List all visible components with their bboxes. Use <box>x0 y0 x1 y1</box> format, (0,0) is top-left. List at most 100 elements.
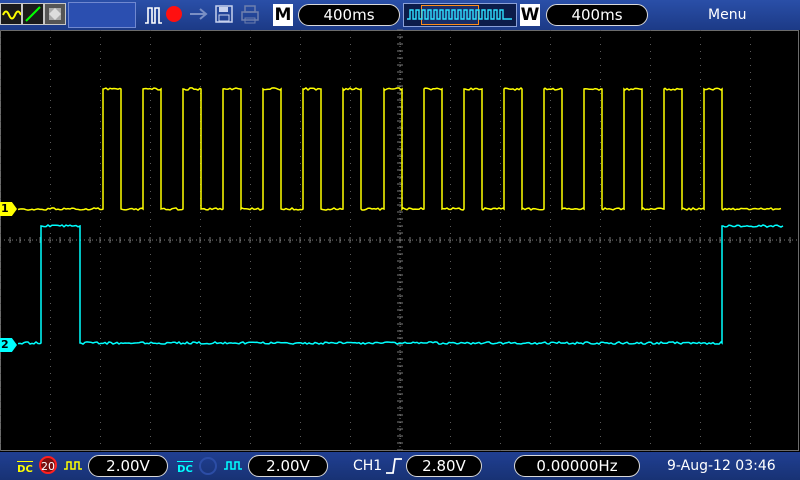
grid-dot <box>750 198 751 199</box>
grid-dot <box>650 296 651 297</box>
trigger-source[interactable]: CH1 <box>353 458 382 474</box>
grid-dot <box>700 415 701 416</box>
grid-dot <box>250 429 251 430</box>
grid-dot <box>50 156 51 157</box>
grid-dot <box>500 170 501 171</box>
grid-dot <box>450 121 451 122</box>
grid-dot <box>100 310 101 311</box>
grid-dot <box>750 359 751 360</box>
grid-dot <box>600 212 601 213</box>
grid-dot <box>500 205 501 206</box>
grid-dot <box>100 44 101 45</box>
grid-dot <box>600 359 601 360</box>
grid-dot <box>50 184 51 185</box>
grid-dot <box>750 86 751 87</box>
grid-dot <box>250 436 251 437</box>
grid-dot <box>350 163 351 164</box>
grid-dot <box>50 44 51 45</box>
grid-dot <box>600 30 601 31</box>
grid-dot <box>350 436 351 437</box>
ch2-volts-div[interactable]: 2.00V <box>248 455 328 477</box>
ch2-bw-limit-icon[interactable] <box>199 457 217 475</box>
grid-dot <box>550 408 551 409</box>
grid-dot <box>550 275 551 276</box>
grid-dot <box>300 282 301 283</box>
grid-dot <box>150 149 151 150</box>
grid-dot <box>50 107 51 108</box>
grid-dot <box>250 212 251 213</box>
grid-dot <box>600 177 601 178</box>
grid-dot <box>550 359 551 360</box>
grid-dot <box>350 331 351 332</box>
grid-dot <box>150 408 151 409</box>
grid-dot <box>0 317 1 318</box>
grid-dot <box>500 212 501 213</box>
grid-dot <box>600 268 601 269</box>
grid-dot <box>350 72 351 73</box>
ch1-coupling-icon[interactable]: DC <box>15 455 35 477</box>
grid-dot <box>50 233 51 234</box>
grid-dot <box>150 114 151 115</box>
grid-dot <box>150 128 151 129</box>
grid-dot <box>150 107 151 108</box>
grid-dot <box>200 401 201 402</box>
grid-dot <box>600 429 601 430</box>
grid-dot <box>700 401 701 402</box>
grid-dot <box>100 135 101 136</box>
ch2-coupling-icon[interactable]: DC <box>175 455 195 477</box>
grid-dot <box>450 443 451 444</box>
grid-dot <box>600 86 601 87</box>
grid-dot <box>450 198 451 199</box>
grid-dot <box>100 345 101 346</box>
grid-dot <box>550 93 551 94</box>
grid-dot <box>550 219 551 220</box>
grid-dot <box>600 324 601 325</box>
grid-dot <box>450 72 451 73</box>
frequency-counter[interactable]: 0.00000Hz <box>514 455 640 477</box>
grid-dot <box>550 422 551 423</box>
grid-dot <box>250 401 251 402</box>
grid-dot <box>750 163 751 164</box>
grid-dot <box>150 177 151 178</box>
grid-dot <box>650 352 651 353</box>
grid-dot <box>350 51 351 52</box>
grid-dot <box>0 401 1 402</box>
grid-dot <box>100 261 101 262</box>
grid-dot <box>750 422 751 423</box>
ch1-bw-limit[interactable]: 20 <box>39 456 57 474</box>
grid-dot <box>250 366 251 367</box>
grid-dot <box>500 254 501 255</box>
grid-dot <box>650 282 651 283</box>
grid-dot <box>350 310 351 311</box>
grid-dot <box>700 331 701 332</box>
grid-dot <box>450 380 451 381</box>
grid-dot <box>300 352 301 353</box>
grid-dot <box>300 44 301 45</box>
grid-dot <box>550 387 551 388</box>
grid-dot <box>600 58 601 59</box>
grid-dot <box>600 331 601 332</box>
grid-dot <box>100 163 101 164</box>
grid-dot <box>650 156 651 157</box>
rising-edge-icon[interactable] <box>384 456 404 476</box>
grid-dot <box>450 135 451 136</box>
grid-dot <box>750 51 751 52</box>
grid-dot <box>200 352 201 353</box>
grid-dot <box>600 37 601 38</box>
grid-dot <box>750 156 751 157</box>
grid-dot <box>250 282 251 283</box>
grid-dot <box>750 58 751 59</box>
grid-dot <box>100 394 101 395</box>
ch1-volts-div[interactable]: 2.00V <box>88 455 168 477</box>
grid-dot <box>500 247 501 248</box>
grid-dot <box>0 408 1 409</box>
trigger-level[interactable]: 2.80V <box>406 455 482 477</box>
grid-dot <box>700 436 701 437</box>
ch2-invert-icon[interactable] <box>223 457 243 475</box>
grid-dot <box>300 387 301 388</box>
grid-dot <box>250 219 251 220</box>
ch1-invert-icon[interactable] <box>63 457 83 475</box>
grid-dot <box>650 317 651 318</box>
grid-dot <box>650 247 651 248</box>
grid-dot <box>350 135 351 136</box>
